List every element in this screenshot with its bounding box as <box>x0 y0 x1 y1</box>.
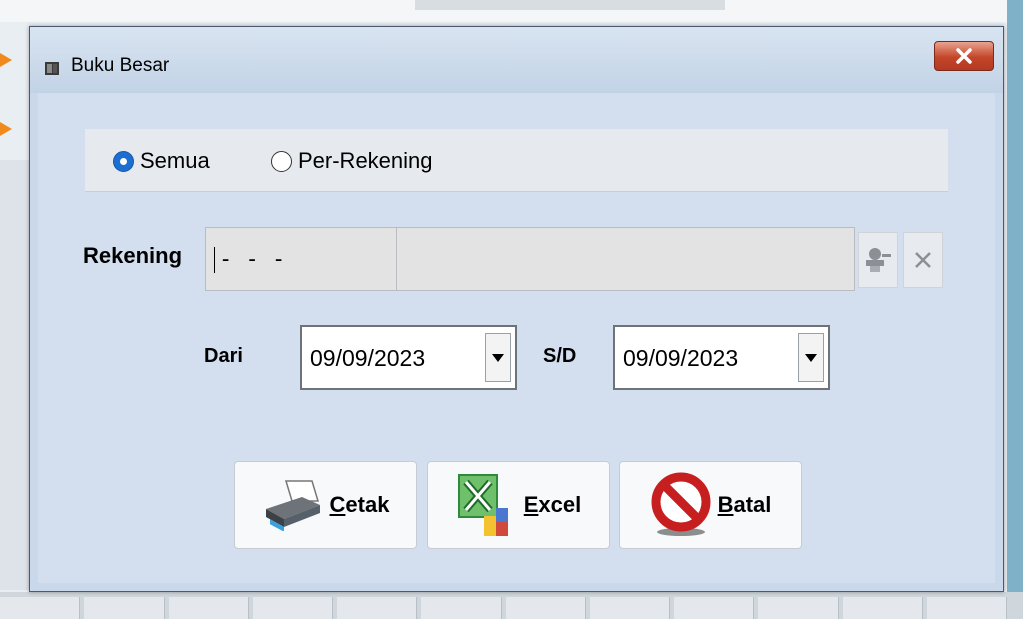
batal-button[interactable]: Batal <box>619 461 802 549</box>
rekening-code-input[interactable]: - - - <box>205 227 397 291</box>
background-right-edge <box>1007 0 1023 619</box>
sd-date-picker[interactable]: 09/09/2023 <box>613 325 830 390</box>
printer-icon <box>265 480 320 531</box>
radio-selected-icon <box>113 150 134 172</box>
dropdown-arrow-icon <box>805 353 817 362</box>
filter-radio-group: Semua Per-Rekening <box>85 129 948 192</box>
radio-per-rekening-label: Per-Rekening <box>298 148 433 173</box>
cetak-button[interactable]: Cetak <box>234 461 417 549</box>
radio-per-rekening[interactable]: Per-Rekening <box>271 148 433 174</box>
dari-label: Dari <box>204 345 243 367</box>
window-title: Buku Besar <box>71 55 170 76</box>
radio-semua-label: Semua <box>140 148 210 173</box>
excel-label: Excel <box>523 492 582 517</box>
dari-date-value: 09/09/2023 <box>310 345 426 371</box>
rekening-clear-button[interactable] <box>903 232 943 288</box>
background-arrow-icon <box>0 53 12 67</box>
dari-date-picker[interactable]: 09/09/2023 <box>300 325 517 390</box>
rekening-lookup-button[interactable] <box>858 232 898 288</box>
close-button[interactable] <box>934 41 994 71</box>
background-left-panel <box>0 160 30 590</box>
sd-label: S/D <box>543 345 577 367</box>
text-caret <box>214 247 215 273</box>
rekening-name-field <box>397 227 855 291</box>
radio-semua[interactable]: Semua <box>113 148 210 174</box>
sd-dropdown-button[interactable] <box>798 333 824 382</box>
dropdown-arrow-icon <box>492 353 504 362</box>
no-sign-icon <box>651 472 711 536</box>
excel-button[interactable]: Excel <box>427 461 610 549</box>
cetak-label: Cetak <box>329 492 390 517</box>
rekening-code-value: - - - <box>219 247 286 272</box>
dari-dropdown-button[interactable] <box>485 333 511 382</box>
lookup-icon <box>866 248 891 272</box>
background-grid <box>0 597 1007 619</box>
background-toolbar <box>415 0 725 10</box>
sd-date-value: 09/09/2023 <box>623 345 739 371</box>
radio-unselected-icon <box>271 150 292 172</box>
batal-label: Batal <box>717 492 772 517</box>
window-icon <box>45 62 59 75</box>
clear-icon <box>915 252 931 268</box>
close-icon <box>956 48 972 64</box>
rekening-label: Rekening <box>83 243 183 268</box>
title-bar[interactable]: Buku Besar <box>30 27 1003 93</box>
buku-besar-dialog: Buku Besar Semua Per-Rekening Rekening -… <box>29 26 1004 592</box>
excel-icon <box>457 474 508 536</box>
dialog-body: Semua Per-Rekening Rekening - - - Dari 0… <box>38 93 995 583</box>
background-arrow-icon <box>0 122 12 136</box>
